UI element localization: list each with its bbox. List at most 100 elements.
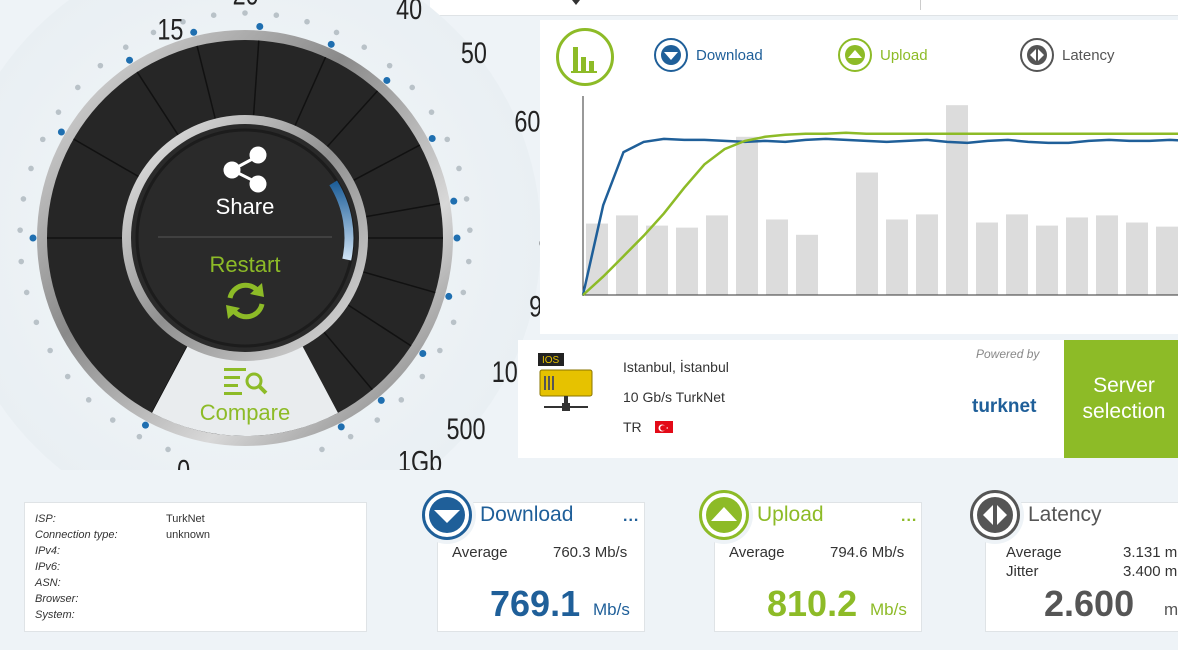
gauge-dot bbox=[273, 12, 280, 18]
gauge-dot bbox=[304, 18, 310, 25]
download-value: 769.1 bbox=[490, 583, 581, 624]
gauge-marker bbox=[428, 134, 436, 142]
info-row: IPv6: bbox=[35, 559, 356, 575]
chart-type-button[interactable] bbox=[556, 28, 614, 86]
restart-button[interactable]: Restart bbox=[185, 252, 305, 278]
server-selection-button[interactable]: Server selection bbox=[1064, 340, 1178, 458]
gauge-marker bbox=[256, 23, 264, 31]
upload-card-icon bbox=[699, 490, 749, 540]
latency-bar bbox=[616, 215, 638, 295]
connection-info-box: ISP: TurkNet Connection type: unknown IPv4: I… bbox=[24, 502, 367, 632]
gauge-dot bbox=[20, 196, 27, 202]
gauge-dot bbox=[165, 446, 171, 453]
download-more-button[interactable]: ... bbox=[623, 508, 639, 526]
latency-bar bbox=[736, 136, 758, 295]
gauge-dot bbox=[210, 12, 217, 18]
latency-bar bbox=[676, 227, 698, 295]
turkey-flag-icon bbox=[655, 421, 673, 433]
gauge-dot bbox=[361, 44, 368, 50]
download-average-label: Average bbox=[452, 544, 508, 561]
gauge-label-7: 50 bbox=[461, 36, 487, 69]
gauge-dot bbox=[450, 319, 457, 326]
gauge-dot bbox=[444, 136, 451, 143]
gauge-label-8: 60 bbox=[514, 105, 540, 138]
share-button[interactable]: Share bbox=[195, 194, 295, 220]
gauge-dot bbox=[456, 165, 462, 172]
server-provider: 10 Gb/s TurkNet bbox=[623, 389, 725, 405]
gauge-marker bbox=[337, 423, 345, 431]
upload-line bbox=[582, 131, 1178, 296]
gauge-marker bbox=[453, 234, 461, 242]
legend-upload-label: Upload bbox=[880, 46, 928, 64]
speed-lines bbox=[581, 131, 1178, 296]
upload-more-button[interactable]: ... bbox=[901, 508, 917, 526]
gauge-dot bbox=[428, 109, 435, 115]
info-row: Connection type: unknown bbox=[35, 527, 356, 543]
download-icon bbox=[654, 38, 688, 72]
bar-chart-icon bbox=[571, 47, 597, 73]
latency-value: 2.600 bbox=[1044, 583, 1135, 624]
gauge-dot bbox=[33, 319, 40, 326]
chart-panel: Download Upload Latency bbox=[540, 20, 1178, 334]
gauge-dot bbox=[463, 196, 470, 202]
latency-bar bbox=[1036, 225, 1058, 295]
gauge-dot bbox=[64, 373, 71, 380]
latency-bar bbox=[886, 219, 908, 295]
latency-bar bbox=[1126, 222, 1148, 295]
latency-bar bbox=[646, 225, 668, 295]
info-row: System: bbox=[35, 607, 356, 623]
powered-by-text: Powered by bbox=[976, 347, 1040, 361]
gauge-marker bbox=[327, 40, 335, 48]
upload-icon bbox=[838, 38, 872, 72]
download-card-head: Download bbox=[422, 490, 573, 540]
info-row: ASN: bbox=[35, 575, 356, 591]
server-btn-line2: selection bbox=[1082, 400, 1166, 423]
latency-bar bbox=[706, 215, 728, 295]
upload-title: Upload bbox=[757, 503, 824, 526]
download-average-value: 760.3 Mb/s bbox=[553, 544, 628, 561]
gauge-marker bbox=[450, 197, 458, 205]
gauge-dot bbox=[85, 397, 92, 403]
server-ios-badge: IOS bbox=[542, 355, 560, 366]
gauge-dot bbox=[74, 84, 81, 91]
gauge-dot bbox=[319, 446, 325, 453]
latency-bar bbox=[1066, 217, 1088, 295]
top-caret-icon bbox=[572, 0, 580, 6]
top-strip-divider bbox=[920, 0, 921, 10]
server-panel: IOS Istanbul, İstanbul 10 Gb/s TurkNet T… bbox=[518, 340, 1178, 458]
legend-download[interactable]: Download bbox=[654, 38, 763, 72]
latency-title: Latency bbox=[1028, 503, 1102, 526]
upload-card-head: Upload bbox=[699, 490, 824, 540]
info-key: ISP: bbox=[35, 513, 56, 525]
info-key: IPv4: bbox=[35, 545, 61, 557]
info-key: ASN: bbox=[35, 577, 61, 589]
gauge-dot bbox=[150, 29, 157, 36]
upload-unit: Mb/s bbox=[870, 600, 907, 619]
legend-latency[interactable]: Latency bbox=[1020, 38, 1115, 72]
gauge-dot bbox=[409, 84, 416, 91]
gauge-dot bbox=[55, 109, 62, 115]
latency-card-head: Latency bbox=[970, 490, 1102, 540]
compare-button[interactable]: Compare bbox=[180, 400, 310, 426]
gauge-dot bbox=[374, 417, 381, 423]
gauge-marker bbox=[377, 396, 385, 404]
gauge-marker bbox=[57, 128, 65, 136]
gauge-label-14: 1Gb bbox=[398, 445, 442, 470]
latency-average-value: 3.131 m bbox=[1123, 544, 1178, 561]
gauge-dot bbox=[136, 433, 143, 440]
download-title: Download bbox=[480, 503, 574, 526]
latency-bars bbox=[586, 105, 1178, 295]
legend-upload[interactable]: Upload bbox=[838, 38, 928, 72]
upload-value: 810.2 bbox=[767, 583, 858, 624]
gauge-marker bbox=[29, 234, 37, 242]
server-city: Istanbul, İstanbul bbox=[623, 359, 729, 375]
latency-card-icon bbox=[970, 490, 1020, 540]
info-row: Browser: bbox=[35, 591, 356, 607]
info-row: ISP: TurkNet bbox=[35, 511, 356, 527]
gauge-dot bbox=[23, 289, 30, 296]
download-card-icon bbox=[422, 490, 472, 540]
latency-bar bbox=[1006, 214, 1028, 295]
speed-chart bbox=[581, 96, 1178, 296]
info-key: System: bbox=[35, 609, 75, 621]
download-line bbox=[581, 137, 1178, 296]
